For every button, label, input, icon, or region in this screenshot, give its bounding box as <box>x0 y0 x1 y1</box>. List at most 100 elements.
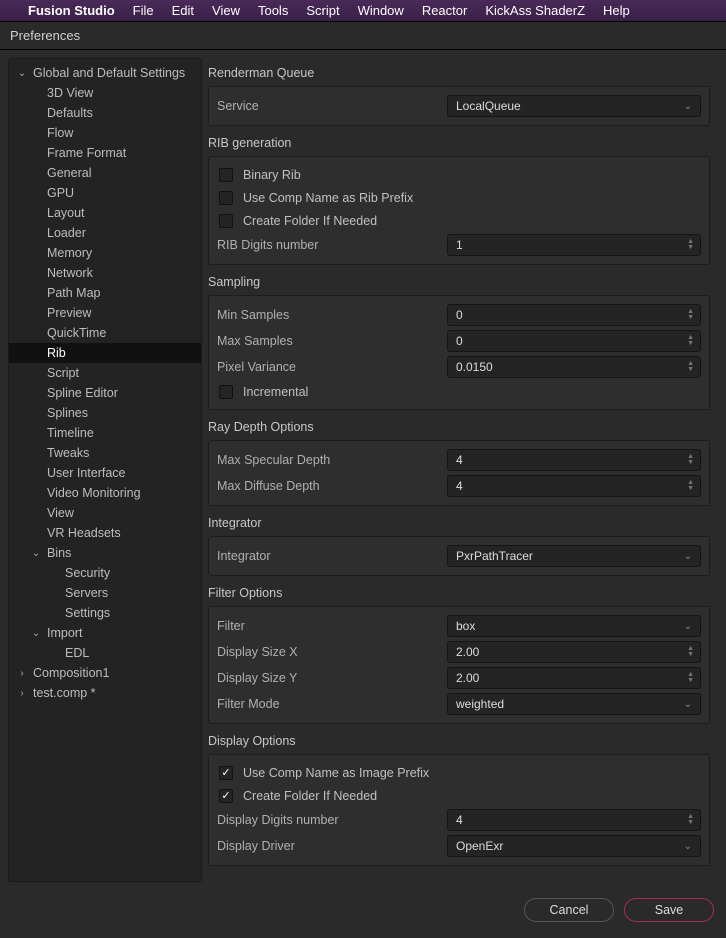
chevron-down-icon[interactable]: ⌄ <box>29 546 43 560</box>
spinner-icon[interactable]: ▲▼ <box>687 309 694 321</box>
menu-script[interactable]: Script <box>306 3 339 18</box>
tree-label: Script <box>47 366 79 380</box>
tree-label: Frame Format <box>47 146 126 160</box>
tree-label: Flow <box>47 126 73 140</box>
tree-view[interactable]: View <box>9 503 201 523</box>
tree-edl[interactable]: EDL <box>9 643 201 663</box>
menu-kickass[interactable]: KickAss ShaderZ <box>485 3 585 18</box>
input-pixelvar[interactable]: 0.0150 ▲▼ <box>447 356 701 378</box>
sidebar: ⌄Global and Default Settings3D View Defau… <box>8 58 202 882</box>
select-service[interactable]: LocalQueue ⌄ <box>447 95 701 117</box>
tree-security[interactable]: Security <box>9 563 201 583</box>
select-filtermode[interactable]: weighted ⌄ <box>447 693 701 715</box>
input-sizey[interactable]: 2.00 ▲▼ <box>447 667 701 689</box>
tree-spline-editor[interactable]: Spline Editor <box>9 383 201 403</box>
menu-edit[interactable]: Edit <box>172 3 194 18</box>
checkbox-display-compname[interactable] <box>219 766 233 780</box>
section-renderman: Service LocalQueue ⌄ <box>208 86 710 126</box>
tree-global[interactable]: ⌄Global and Default Settings <box>9 63 201 83</box>
select-filter[interactable]: box ⌄ <box>447 615 701 637</box>
tree-loader[interactable]: Loader <box>9 223 201 243</box>
tree-tweaks[interactable]: Tweaks <box>9 443 201 463</box>
tree-flow[interactable]: Flow <box>9 123 201 143</box>
tree-timeline[interactable]: Timeline <box>9 423 201 443</box>
tree-label: Splines <box>47 406 88 420</box>
input-rib-digits[interactable]: 1 ▲▼ <box>447 234 701 256</box>
tree-layout[interactable]: Layout <box>9 203 201 223</box>
tree-user-interface[interactable]: User Interface <box>9 463 201 483</box>
cancel-button[interactable]: Cancel <box>524 898 614 922</box>
checkbox-rib-createfolder[interactable] <box>219 214 233 228</box>
spinner-icon[interactable]: ▲▼ <box>687 361 694 373</box>
tree-rib[interactable]: Rib <box>9 343 201 363</box>
value-maxspec: 4 <box>456 453 463 467</box>
checkbox-incremental[interactable] <box>219 385 233 399</box>
menu-help[interactable]: Help <box>603 3 630 18</box>
label-rib-digits: RIB Digits number <box>217 238 447 252</box>
input-maxdiff[interactable]: 4 ▲▼ <box>447 475 701 497</box>
tree-path-map[interactable]: Path Map <box>9 283 201 303</box>
chevron-right-icon[interactable]: › <box>15 686 29 700</box>
menu-tools[interactable]: Tools <box>258 3 288 18</box>
value-sizey: 2.00 <box>456 671 479 685</box>
tree-quicktime[interactable]: QuickTime <box>9 323 201 343</box>
section-title-display: Display Options <box>208 734 710 748</box>
tree-label: Defaults <box>47 106 93 120</box>
label-display-driver: Display Driver <box>217 839 447 853</box>
chevron-down-icon[interactable]: ⌄ <box>15 66 29 80</box>
select-integrator[interactable]: PxrPathTracer ⌄ <box>447 545 701 567</box>
label-integrator: Integrator <box>217 549 447 563</box>
section-integrator: Integrator PxrPathTracer ⌄ <box>208 536 710 576</box>
menu-window[interactable]: Window <box>358 3 404 18</box>
tree-bins[interactable]: ⌄Bins <box>9 543 201 563</box>
spinner-icon[interactable]: ▲▼ <box>687 335 694 347</box>
value-display-digits: 4 <box>456 813 463 827</box>
spinner-icon[interactable]: ▲▼ <box>687 239 694 251</box>
tree-gpu[interactable]: GPU <box>9 183 201 203</box>
spinner-icon[interactable]: ▲▼ <box>687 646 694 658</box>
checkbox-display-createfolder[interactable] <box>219 789 233 803</box>
tree-settings[interactable]: Settings <box>9 603 201 623</box>
section-title-integrator: Integrator <box>208 516 710 530</box>
tree-label: Import <box>47 626 82 640</box>
spinner-icon[interactable]: ▲▼ <box>687 814 694 826</box>
tree-script[interactable]: Script <box>9 363 201 383</box>
tree-video-monitoring[interactable]: Video Monitoring <box>9 483 201 503</box>
tree-label: Video Monitoring <box>47 486 141 500</box>
tree-servers[interactable]: Servers <box>9 583 201 603</box>
label-pixelvar: Pixel Variance <box>217 360 447 374</box>
input-display-digits[interactable]: 4 ▲▼ <box>447 809 701 831</box>
spinner-icon[interactable]: ▲▼ <box>687 480 694 492</box>
input-minsamples[interactable]: 0 ▲▼ <box>447 304 701 326</box>
input-maxspec[interactable]: 4 ▲▼ <box>447 449 701 471</box>
spinner-icon[interactable]: ▲▼ <box>687 672 694 684</box>
tree-vr-headsets[interactable]: VR Headsets <box>9 523 201 543</box>
menu-view[interactable]: View <box>212 3 240 18</box>
input-maxsamples[interactable]: 0 ▲▼ <box>447 330 701 352</box>
section-ribgen: Binary Rib Use Comp Name as Rib Prefix C… <box>208 156 710 265</box>
spinner-icon[interactable]: ▲▼ <box>687 454 694 466</box>
tree-defaults[interactable]: Defaults <box>9 103 201 123</box>
tree-frame-format[interactable]: Frame Format <box>9 143 201 163</box>
save-button[interactable]: Save <box>624 898 714 922</box>
input-sizex[interactable]: 2.00 ▲▼ <box>447 641 701 663</box>
tree-3d-view[interactable]: 3D View <box>9 83 201 103</box>
menu-file[interactable]: File <box>133 3 154 18</box>
tree-testcomp[interactable]: ›test.comp * <box>9 683 201 703</box>
value-maxdiff: 4 <box>456 479 463 493</box>
tree-preview[interactable]: Preview <box>9 303 201 323</box>
chevron-right-icon[interactable]: › <box>15 666 29 680</box>
tree-network[interactable]: Network <box>9 263 201 283</box>
tree-label: EDL <box>65 646 89 660</box>
checkbox-binary-rib[interactable] <box>219 168 233 182</box>
tree-import[interactable]: ⌄ Import <box>9 623 201 643</box>
select-display-driver[interactable]: OpenExr ⌄ <box>447 835 701 857</box>
tree-splines[interactable]: Splines <box>9 403 201 423</box>
checkbox-rib-compname[interactable] <box>219 191 233 205</box>
menu-app[interactable]: Fusion Studio <box>28 3 115 18</box>
chevron-down-icon[interactable]: ⌄ <box>29 626 43 640</box>
tree-composition1[interactable]: ›Composition1 <box>9 663 201 683</box>
tree-memory[interactable]: Memory <box>9 243 201 263</box>
menu-reactor[interactable]: Reactor <box>422 3 468 18</box>
tree-general[interactable]: General <box>9 163 201 183</box>
